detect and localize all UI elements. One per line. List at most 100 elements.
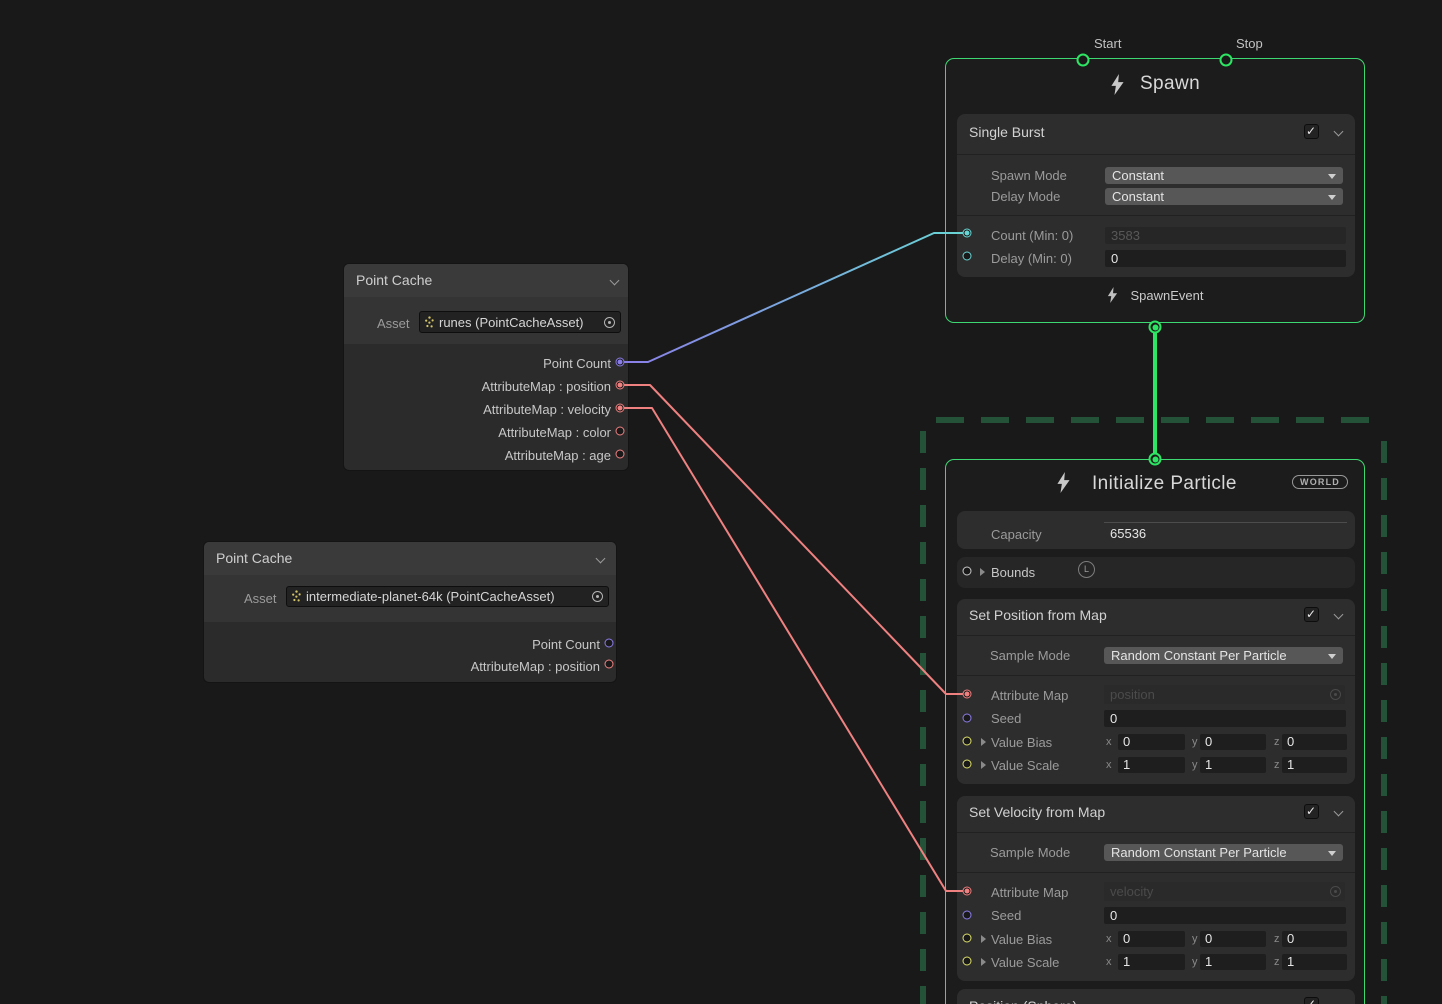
chevron-down-icon[interactable] xyxy=(596,555,604,563)
port-point-count-output[interactable] xyxy=(605,639,614,648)
asset-name: intermediate-planet-64k (PointCacheAsset… xyxy=(306,589,555,605)
object-picker-icon[interactable] xyxy=(604,317,615,328)
port-attribute-map-input[interactable] xyxy=(963,690,972,699)
bounds-space-badge[interactable]: L xyxy=(1078,561,1095,578)
expander-icon[interactable] xyxy=(981,761,986,769)
object-picker-icon[interactable] xyxy=(592,591,603,602)
chevron-down-icon[interactable] xyxy=(1334,128,1342,136)
asset-label: Asset xyxy=(377,315,410,332)
divider xyxy=(957,675,1355,676)
object-picker-icon xyxy=(1330,689,1341,700)
port-attributemap-position-output[interactable] xyxy=(616,381,625,390)
seed-field[interactable]: 0 xyxy=(1104,907,1346,924)
edge-position-map[interactable] xyxy=(620,385,967,694)
flow-port-spawn-out[interactable] xyxy=(1149,321,1162,334)
delay-field[interactable]: 0 xyxy=(1105,250,1346,267)
asset-name: runes (PointCacheAsset) xyxy=(439,315,584,331)
value-bias-z-field[interactable]: 0 xyxy=(1282,734,1347,750)
attribute-map-field: position xyxy=(1104,685,1345,704)
set-position-from-map-block[interactable]: Set Position from Map Sample Mode Random… xyxy=(957,599,1355,784)
block-enabled-checkbox[interactable] xyxy=(1304,804,1319,819)
capacity-field-rule xyxy=(1104,522,1347,523)
expander-icon[interactable] xyxy=(980,568,985,576)
value-bias-x-field[interactable]: 0 xyxy=(1118,734,1185,750)
port-value-bias-input[interactable] xyxy=(963,934,972,943)
sample-mode-dropdown[interactable]: Random Constant Per Particle xyxy=(1104,844,1343,861)
delay-mode-dropdown[interactable]: Constant xyxy=(1105,188,1343,205)
axis-y-label: y xyxy=(1192,954,1198,970)
point-cache-node-runes[interactable]: Point Cache Asset runes (PointCacheAsset… xyxy=(343,263,629,471)
asset-object-field[interactable]: runes (PointCacheAsset) xyxy=(419,311,621,333)
node-header[interactable]: Point Cache xyxy=(344,264,628,297)
value-scale-label: Value Scale xyxy=(991,954,1059,971)
value-scale-x-field[interactable]: 1 xyxy=(1118,954,1185,970)
port-seed-input[interactable] xyxy=(963,911,972,920)
output-attributemap-age-label: AttributeMap : age xyxy=(505,447,611,464)
port-delay-input[interactable] xyxy=(963,252,972,261)
port-bounds-input[interactable] xyxy=(963,567,972,576)
set-velocity-from-map-block[interactable]: Set Velocity from Map Sample Mode Random… xyxy=(957,796,1355,981)
lightning-icon xyxy=(1107,287,1118,303)
flow-input-label-start: Start xyxy=(1094,36,1121,51)
chevron-down-icon[interactable] xyxy=(610,277,618,285)
expander-icon[interactable] xyxy=(981,958,986,966)
spawn-mode-dropdown[interactable]: Constant xyxy=(1105,167,1343,184)
edge-velocity-map[interactable] xyxy=(620,408,967,891)
value-scale-y-field[interactable]: 1 xyxy=(1200,954,1266,970)
expander-icon[interactable] xyxy=(981,738,986,746)
sample-mode-dropdown[interactable]: Random Constant Per Particle xyxy=(1104,647,1343,664)
port-attributemap-age-output[interactable] xyxy=(616,450,625,459)
port-attributemap-color-output[interactable] xyxy=(616,427,625,436)
value-bias-z-field[interactable]: 0 xyxy=(1282,931,1347,947)
chevron-down-icon[interactable] xyxy=(1334,611,1342,619)
port-attributemap-position-output[interactable] xyxy=(605,660,614,669)
value-scale-x-field[interactable]: 1 xyxy=(1118,757,1185,773)
node-header[interactable]: Point Cache xyxy=(204,542,616,575)
value-bias-x-field[interactable]: 0 xyxy=(1118,931,1185,947)
value-scale-z-field[interactable]: 1 xyxy=(1282,954,1347,970)
position-sphere-block[interactable]: Position (Sphere) xyxy=(957,989,1355,1004)
spawn-node-title: Spawn xyxy=(1140,73,1200,95)
single-burst-title: Single Burst xyxy=(969,124,1044,140)
block-enabled-checkbox[interactable] xyxy=(1304,997,1319,1004)
port-seed-input[interactable] xyxy=(963,714,972,723)
expander-icon[interactable] xyxy=(981,935,986,943)
port-value-scale-input[interactable] xyxy=(963,760,972,769)
divider xyxy=(957,154,1355,155)
count-label: Count (Min: 0) xyxy=(991,227,1073,244)
asset-object-field[interactable]: intermediate-planet-64k (PointCacheAsset… xyxy=(286,586,609,607)
value-bias-label: Value Bias xyxy=(991,931,1052,948)
capacity-value[interactable]: 65536 xyxy=(1110,526,1146,541)
output-point-count-label: Point Count xyxy=(532,636,600,653)
port-count-input[interactable] xyxy=(963,229,972,238)
node-title: Point Cache xyxy=(356,272,432,288)
spawn-node[interactable]: Spawn Single Burst Spawn Mode Constant D… xyxy=(945,58,1365,323)
delay-mode-label: Delay Mode xyxy=(991,188,1060,205)
system-border-left xyxy=(920,431,926,1004)
point-cache-node-planet[interactable]: Point Cache Asset intermediate-planet-64… xyxy=(203,541,617,683)
initialize-particle-node[interactable]: Initialize Particle WORLD Capacity 65536… xyxy=(945,459,1365,1004)
value-bias-y-field[interactable]: 0 xyxy=(1200,931,1266,947)
world-space-badge[interactable]: WORLD xyxy=(1292,475,1348,489)
value-scale-z-field[interactable]: 1 xyxy=(1282,757,1347,773)
flow-port-stop[interactable] xyxy=(1220,54,1233,67)
value-scale-y-field[interactable]: 1 xyxy=(1200,757,1266,773)
single-burst-enabled-checkbox[interactable] xyxy=(1304,124,1319,139)
flow-port-initialize-in[interactable] xyxy=(1149,453,1162,466)
seed-field[interactable]: 0 xyxy=(1104,710,1346,727)
port-value-scale-input[interactable] xyxy=(963,957,972,966)
vfx-graph-canvas[interactable]: Start Stop Spawn Single Burst Spawn Mode… xyxy=(0,0,1442,1004)
capacity-label: Capacity xyxy=(991,526,1042,543)
spawn-node-header: Spawn xyxy=(946,73,1364,95)
flow-port-start[interactable] xyxy=(1077,54,1090,67)
port-attributemap-velocity-output[interactable] xyxy=(616,404,625,413)
port-attribute-map-input[interactable] xyxy=(963,887,972,896)
single-burst-block[interactable]: Single Burst Spawn Mode Constant Delay M… xyxy=(957,114,1355,277)
block-enabled-checkbox[interactable] xyxy=(1304,607,1319,622)
chevron-down-icon[interactable] xyxy=(1334,808,1342,816)
port-value-bias-input[interactable] xyxy=(963,737,972,746)
value-bias-y-field[interactable]: 0 xyxy=(1200,734,1266,750)
edge-point-count-to-count[interactable] xyxy=(620,233,967,362)
asset-row: Asset runes (PointCacheAsset) xyxy=(344,297,628,344)
port-point-count-output[interactable] xyxy=(616,358,625,367)
